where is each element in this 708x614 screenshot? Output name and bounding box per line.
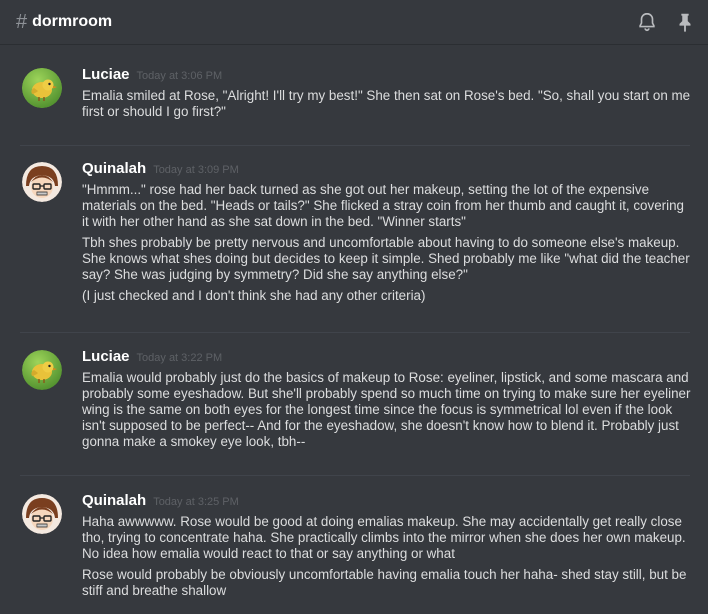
message-text: Tbh shes probably be pretty nervous and … [82,235,690,282]
message-text: Emalia would probably just do the basics… [82,370,691,449]
username[interactable]: Luciae [82,348,130,365]
message-content: Quinalah Today at 3:09 PM "Hmmm..." rose… [82,160,692,309]
avatar[interactable] [22,68,62,108]
timestamp: Today at 3:06 PM [136,70,223,82]
message-text: (I just checked and I don't think she ha… [82,288,426,303]
discord-chat-window: # dormroom Luciae Today at 3:06 PM Emali… [0,0,708,614]
message-text: Haha awwwww. Rose would be good at doing… [82,514,686,561]
message-text: Rose would probably be obviously uncomfo… [82,567,687,598]
glasses-girl-avatar-icon [22,162,62,202]
avatar[interactable] [22,162,62,202]
bird-avatar-icon [22,350,62,390]
header-icons [636,11,696,33]
divider [20,332,690,333]
timestamp: Today at 3:25 PM [153,496,239,508]
username[interactable]: Quinalah [82,160,146,177]
bell-icon[interactable] [636,11,658,33]
avatar[interactable] [22,494,62,534]
divider [20,145,690,146]
username[interactable]: Luciae [82,66,130,83]
message-header: Luciae Today at 3:06 PM [82,66,692,88]
timestamp: Today at 3:22 PM [136,352,223,364]
message-content: Luciae Today at 3:22 PM Emalia would pro… [82,348,692,455]
avatar[interactable] [22,350,62,390]
glasses-girl-avatar-icon [22,494,62,534]
message-content: Luciae Today at 3:06 PM Emalia smiled at… [82,66,692,125]
channel-name[interactable]: dormroom [32,13,112,31]
message-header: Quinalah Today at 3:09 PM [82,160,692,182]
pin-icon[interactable] [674,11,696,33]
message-text: "Hmmm..." rose had her back turned as sh… [82,182,684,229]
username[interactable]: Quinalah [82,492,146,509]
message-list: Luciae Today at 3:06 PM Emalia smiled at… [0,46,708,614]
message-header: Luciae Today at 3:22 PM [82,348,692,370]
channel-hash-icon: # [16,11,28,33]
channel-header: # dormroom [0,0,708,45]
bird-avatar-icon [22,68,62,108]
timestamp: Today at 3:09 PM [153,164,239,176]
divider [20,475,690,476]
message-text: Emalia smiled at Rose, "Alright! I'll tr… [82,88,691,119]
message-content: Quinalah Today at 3:25 PM Haha awwwww. R… [82,492,692,604]
message-header: Quinalah Today at 3:25 PM [82,492,692,514]
